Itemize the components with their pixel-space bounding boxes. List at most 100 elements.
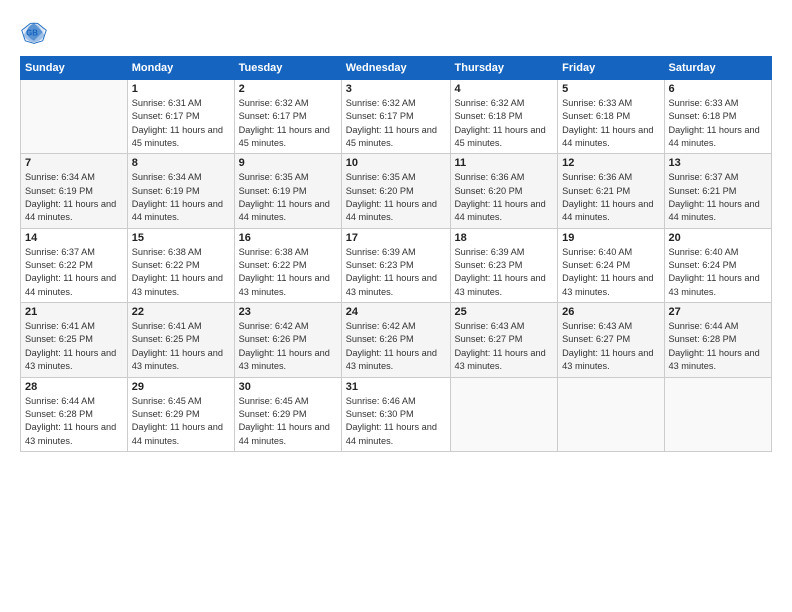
- day-number: 10: [346, 157, 446, 169]
- calendar-cell: 12Sunrise: 6:36 AMSunset: 6:21 PMDayligh…: [558, 154, 664, 228]
- calendar-cell: 30 Sunrise: 6:45 AMSunset: 6:29 PMDayligh…: [234, 377, 341, 451]
- weekday-sunday: Sunday: [21, 57, 128, 80]
- day-info: Sunrise: 6:33 AMSunset: 6:18 PMDaylight:…: [562, 97, 659, 150]
- day-number: 9: [239, 157, 337, 169]
- calendar-cell: 27 Sunrise: 6:44 AMSunset: 6:28 PMDayligh…: [664, 303, 772, 377]
- day-info: Sunrise: 6:37 AMSunset: 6:21 PMDaylight:…: [669, 171, 768, 224]
- calendar-cell: 31 Sunrise: 6:46 AMSunset: 6:30 PMDayligh…: [341, 377, 450, 451]
- calendar-cell: 15 Sunrise: 6:38 AMSunset: 6:22 PMDayligh…: [127, 228, 234, 302]
- day-number: 16: [239, 232, 337, 244]
- day-number: 30: [239, 381, 337, 393]
- day-info: Sunrise: 6:38 AMSunset: 6:22 PMDaylight:…: [132, 246, 230, 299]
- calendar-cell: 29 Sunrise: 6:45 AMSunset: 6:29 PMDayligh…: [127, 377, 234, 451]
- calendar-cell: 17 Sunrise: 6:39 AMSunset: 6:23 PMDayligh…: [341, 228, 450, 302]
- calendar: SundayMondayTuesdayWednesdayThursdayFrid…: [20, 56, 772, 452]
- day-info: Sunrise: 6:43 AMSunset: 6:27 PMDaylight:…: [562, 320, 659, 373]
- day-info: Sunrise: 6:46 AMSunset: 6:30 PMDaylight:…: [346, 395, 446, 448]
- calendar-cell: 10Sunrise: 6:35 AMSunset: 6:20 PMDayligh…: [341, 154, 450, 228]
- day-number: 29: [132, 381, 230, 393]
- calendar-cell: 9 Sunrise: 6:35 AMSunset: 6:19 PMDaylight…: [234, 154, 341, 228]
- week-row-4: 21Sunrise: 6:41 AMSunset: 6:25 PMDayligh…: [21, 303, 772, 377]
- page: GB SundayMondayTuesdayWednesdayThursdayF…: [0, 0, 792, 612]
- calendar-cell: 11Sunrise: 6:36 AMSunset: 6:20 PMDayligh…: [450, 154, 558, 228]
- day-number: 23: [239, 306, 337, 318]
- logo: GB: [20, 18, 52, 46]
- day-number: 3: [346, 83, 446, 95]
- calendar-cell: 20 Sunrise: 6:40 AMSunset: 6:24 PMDayligh…: [664, 228, 772, 302]
- calendar-cell: 18Sunrise: 6:39 AMSunset: 6:23 PMDayligh…: [450, 228, 558, 302]
- day-number: 1: [132, 83, 230, 95]
- calendar-cell: 5 Sunrise: 6:33 AMSunset: 6:18 PMDaylight…: [558, 80, 664, 154]
- calendar-cell: 13 Sunrise: 6:37 AMSunset: 6:21 PMDayligh…: [664, 154, 772, 228]
- day-number: 14: [25, 232, 123, 244]
- svg-text:GB: GB: [26, 29, 38, 38]
- calendar-cell: 4Sunrise: 6:32 AMSunset: 6:18 PMDaylight…: [450, 80, 558, 154]
- day-info: Sunrise: 6:42 AMSunset: 6:26 PMDaylight:…: [239, 320, 337, 373]
- calendar-cell: 6 Sunrise: 6:33 AMSunset: 6:18 PMDaylight…: [664, 80, 772, 154]
- day-info: Sunrise: 6:43 AMSunset: 6:27 PMDaylight:…: [455, 320, 554, 373]
- week-row-5: 28 Sunrise: 6:44 AMSunset: 6:28 PMDayligh…: [21, 377, 772, 451]
- day-info: Sunrise: 6:32 AMSunset: 6:17 PMDaylight:…: [239, 97, 337, 150]
- calendar-cell: 22 Sunrise: 6:41 AMSunset: 6:25 PMDayligh…: [127, 303, 234, 377]
- weekday-tuesday: Tuesday: [234, 57, 341, 80]
- day-info: Sunrise: 6:44 AMSunset: 6:28 PMDaylight:…: [25, 395, 123, 448]
- calendar-cell: [664, 377, 772, 451]
- calendar-cell: 16 Sunrise: 6:38 AMSunset: 6:22 PMDayligh…: [234, 228, 341, 302]
- day-number: 17: [346, 232, 446, 244]
- day-number: 15: [132, 232, 230, 244]
- weekday-monday: Monday: [127, 57, 234, 80]
- day-info: Sunrise: 6:38 AMSunset: 6:22 PMDaylight:…: [239, 246, 337, 299]
- calendar-cell: [21, 80, 128, 154]
- day-info: Sunrise: 6:35 AMSunset: 6:19 PMDaylight:…: [239, 171, 337, 224]
- day-number: 8: [132, 157, 230, 169]
- day-info: Sunrise: 6:39 AMSunset: 6:23 PMDaylight:…: [346, 246, 446, 299]
- day-info: Sunrise: 6:32 AMSunset: 6:18 PMDaylight:…: [455, 97, 554, 150]
- day-number: 22: [132, 306, 230, 318]
- day-number: 26: [562, 306, 659, 318]
- calendar-cell: 25 Sunrise: 6:43 AMSunset: 6:27 PMDayligh…: [450, 303, 558, 377]
- calendar-cell: 19 Sunrise: 6:40 AMSunset: 6:24 PMDayligh…: [558, 228, 664, 302]
- day-info: Sunrise: 6:31 AMSunset: 6:17 PMDaylight:…: [132, 97, 230, 150]
- calendar-cell: 3Sunrise: 6:32 AMSunset: 6:17 PMDaylight…: [341, 80, 450, 154]
- calendar-cell: 1 Sunrise: 6:31 AMSunset: 6:17 PMDaylight…: [127, 80, 234, 154]
- day-info: Sunrise: 6:44 AMSunset: 6:28 PMDaylight:…: [669, 320, 768, 373]
- day-number: 2: [239, 83, 337, 95]
- calendar-cell: 23 Sunrise: 6:42 AMSunset: 6:26 PMDayligh…: [234, 303, 341, 377]
- calendar-cell: 2 Sunrise: 6:32 AMSunset: 6:17 PMDaylight…: [234, 80, 341, 154]
- day-info: Sunrise: 6:34 AMSunset: 6:19 PMDaylight:…: [25, 171, 123, 224]
- day-number: 24: [346, 306, 446, 318]
- day-number: 7: [25, 157, 123, 169]
- day-number: 20: [669, 232, 768, 244]
- day-number: 12: [562, 157, 659, 169]
- day-number: 28: [25, 381, 123, 393]
- calendar-cell: 21Sunrise: 6:41 AMSunset: 6:25 PMDayligh…: [21, 303, 128, 377]
- day-number: 25: [455, 306, 554, 318]
- header: GB: [20, 18, 772, 46]
- day-number: 18: [455, 232, 554, 244]
- calendar-cell: 28 Sunrise: 6:44 AMSunset: 6:28 PMDayligh…: [21, 377, 128, 451]
- week-row-3: 14Sunrise: 6:37 AMSunset: 6:22 PMDayligh…: [21, 228, 772, 302]
- weekday-saturday: Saturday: [664, 57, 772, 80]
- calendar-cell: [450, 377, 558, 451]
- calendar-cell: 14Sunrise: 6:37 AMSunset: 6:22 PMDayligh…: [21, 228, 128, 302]
- day-info: Sunrise: 6:40 AMSunset: 6:24 PMDaylight:…: [562, 246, 659, 299]
- day-number: 5: [562, 83, 659, 95]
- weekday-thursday: Thursday: [450, 57, 558, 80]
- day-number: 19: [562, 232, 659, 244]
- day-number: 27: [669, 306, 768, 318]
- day-info: Sunrise: 6:45 AMSunset: 6:29 PMDaylight:…: [132, 395, 230, 448]
- day-info: Sunrise: 6:45 AMSunset: 6:29 PMDaylight:…: [239, 395, 337, 448]
- day-info: Sunrise: 6:33 AMSunset: 6:18 PMDaylight:…: [669, 97, 768, 150]
- day-info: Sunrise: 6:42 AMSunset: 6:26 PMDaylight:…: [346, 320, 446, 373]
- day-number: 13: [669, 157, 768, 169]
- day-number: 11: [455, 157, 554, 169]
- day-number: 6: [669, 83, 768, 95]
- day-info: Sunrise: 6:41 AMSunset: 6:25 PMDaylight:…: [25, 320, 123, 373]
- weekday-header-row: SundayMondayTuesdayWednesdayThursdayFrid…: [21, 57, 772, 80]
- day-number: 31: [346, 381, 446, 393]
- day-info: Sunrise: 6:40 AMSunset: 6:24 PMDaylight:…: [669, 246, 768, 299]
- logo-icon: GB: [20, 18, 48, 46]
- week-row-1: 1 Sunrise: 6:31 AMSunset: 6:17 PMDaylight…: [21, 80, 772, 154]
- calendar-cell: 24 Sunrise: 6:42 AMSunset: 6:26 PMDayligh…: [341, 303, 450, 377]
- day-info: Sunrise: 6:41 AMSunset: 6:25 PMDaylight:…: [132, 320, 230, 373]
